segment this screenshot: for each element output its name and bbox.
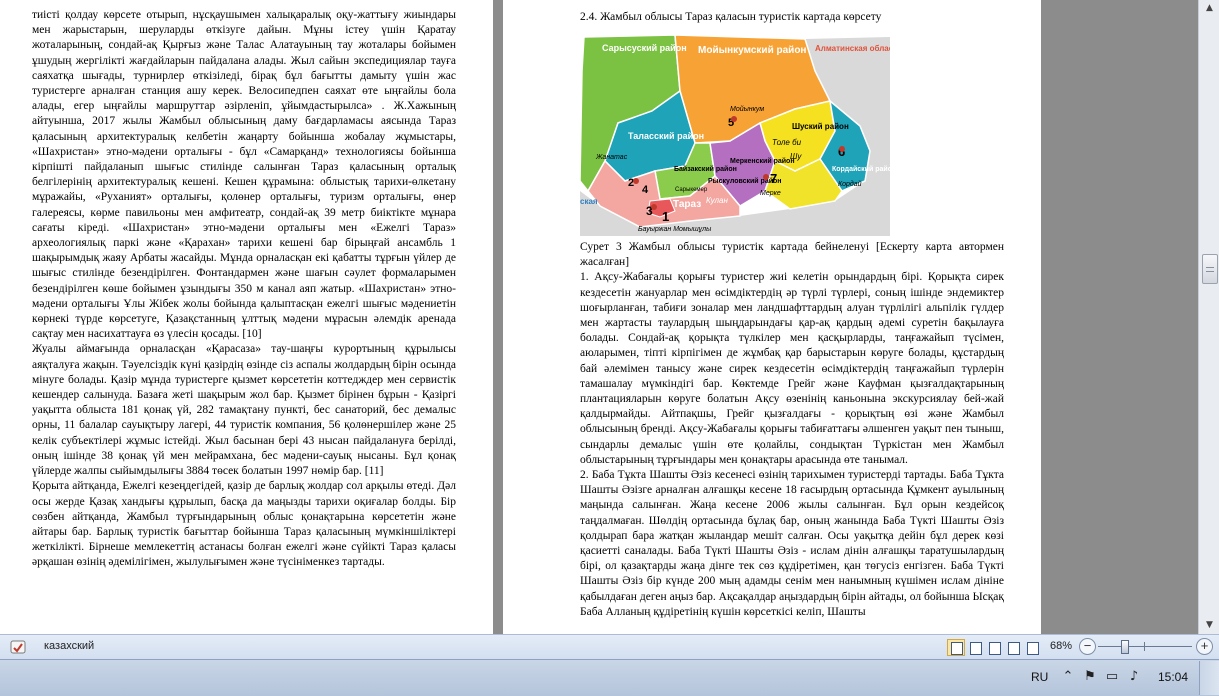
- map-marker-7: 7: [770, 171, 777, 186]
- paragraph: Қорыта айтқанда, Ежелгі кезеңдегідей, қа…: [32, 480, 456, 569]
- map-label-merke: Меркенский район: [730, 157, 795, 165]
- scroll-up-icon[interactable]: ▲: [1199, 0, 1219, 17]
- draft-button[interactable]: [1023, 639, 1041, 656]
- jambyl-region-map: Сарысуский район Мойынкумский район Алма…: [579, 31, 902, 236]
- paragraph: 1. Ақсу-Жабағалы қорығы туристер жиі кел…: [580, 271, 1004, 466]
- paragraph: 2. Баба Тұкта Шашты Әзіз кесенесі өзінің…: [580, 469, 1004, 618]
- vertical-scrollbar[interactable]: ▲ ▼: [1198, 0, 1219, 634]
- print-layout-icon: [951, 642, 963, 655]
- figure-caption: Сурет 3 Жамбыл облысы туристік картада б…: [580, 241, 1004, 269]
- right-page-text: Сурет 3 Жамбыл облысы туристік картада б…: [580, 240, 1004, 620]
- map-marker-1: 1: [662, 209, 669, 224]
- map-label-almaty: Алматинская область: [815, 44, 890, 53]
- windows-taskbar: RU ⌃ ⚑ ▭ ♪ 15:04: [0, 659, 1219, 696]
- map-label-kordai: Кордайский район: [832, 165, 890, 173]
- map-pin: [763, 174, 769, 180]
- web-layout-icon: [989, 642, 1001, 655]
- map-label-shu-city: Шу: [790, 152, 802, 161]
- paragraph: Жуалы аймағында орналасқан «Қарасаза» та…: [32, 343, 456, 478]
- outline-icon: [1008, 642, 1020, 655]
- language-indicator[interactable]: казахский: [44, 640, 94, 652]
- map-label-kulan: Кулан: [706, 196, 728, 205]
- input-language-indicator[interactable]: RU: [1031, 670, 1048, 684]
- document-workspace: тиісті қолдау көрсете отырып, нұсқаушыме…: [0, 0, 1198, 634]
- map-label-tole-bi: Толе би: [772, 138, 802, 147]
- draft-icon: [1027, 642, 1039, 655]
- spellcheck-icon[interactable]: [10, 639, 26, 655]
- show-hidden-icons-icon[interactable]: ⌃: [1060, 668, 1076, 686]
- left-page-text: тиісті қолдау көрсете отырып, нұсқаушыме…: [32, 8, 456, 571]
- map-label-shu: Шуский район: [792, 122, 849, 131]
- map-pin: [651, 204, 657, 210]
- clock[interactable]: 15:04: [1158, 670, 1188, 684]
- map-label-kordai-town: Кордай: [838, 180, 862, 188]
- map-label-moiynkum: Мойынкумский район: [698, 45, 806, 56]
- print-layout-button[interactable]: [947, 639, 965, 656]
- scroll-down-icon[interactable]: ▼: [1199, 617, 1219, 634]
- paragraph: тиісті қолдау көрсете отырып, нұсқаушыме…: [32, 9, 456, 341]
- action-center-flag-icon[interactable]: ⚑: [1082, 668, 1098, 686]
- full-screen-reading-button[interactable]: [966, 639, 984, 656]
- zoom-slider-track[interactable]: [1098, 646, 1192, 647]
- map-label-zhanatas: Жанатас: [595, 154, 628, 161]
- volume-icon[interactable]: ♪: [1126, 668, 1142, 686]
- map-label-saryker: Сарыкемер: [675, 187, 708, 193]
- map-label-moiynkum-town: Мойынкум: [730, 105, 764, 113]
- scrollbar-thumb[interactable]: [1202, 254, 1218, 284]
- zoom-level[interactable]: 68%: [1050, 640, 1072, 652]
- map-label-bauyrzhan: Бауыржан Момышұлы: [638, 226, 712, 233]
- display-icon[interactable]: ▭: [1104, 668, 1120, 686]
- section-heading: 2.4. Жамбыл облысы Тараз қаласын туристі…: [580, 11, 882, 23]
- document-page-right[interactable]: 2.4. Жамбыл облысы Тараз қаласын туристі…: [503, 0, 1041, 634]
- section-heading-block: 2.4. Жамбыл облысы Тараз қаласын туристі…: [580, 10, 1004, 25]
- map-pin: [731, 116, 737, 122]
- map-label-region-edge: ская: [580, 197, 598, 206]
- zoom-slider-thumb[interactable]: [1121, 640, 1130, 654]
- map-marker-4: 4: [642, 184, 649, 196]
- zoom-in-button[interactable]: +: [1196, 638, 1213, 655]
- show-desktop-button[interactable]: [1199, 661, 1219, 695]
- outline-button[interactable]: [1004, 639, 1022, 656]
- full-screen-reading-icon: [970, 642, 982, 655]
- map-pin: [839, 146, 845, 152]
- zoom-slider-center-mark: [1144, 642, 1145, 651]
- status-bar: казахский 68% − +: [0, 634, 1219, 659]
- map-label-sarysu: Сарысуский район: [602, 43, 687, 53]
- map-label-baizak: Байзакский район: [674, 165, 737, 173]
- map-pin: [633, 178, 639, 184]
- map-label-taraz: Тараз: [673, 199, 701, 210]
- map-label-merke-town: Мерке: [760, 190, 781, 197]
- map-label-talas: Таласский район: [628, 131, 704, 141]
- tourist-map-figure[interactable]: Сарысуский район Мойынкумский район Алма…: [579, 31, 902, 236]
- map-marker-2: 2: [628, 177, 634, 189]
- web-layout-button[interactable]: [985, 639, 1003, 656]
- zoom-out-button[interactable]: −: [1079, 638, 1096, 655]
- document-page-left[interactable]: тиісті қолдау көрсете отырып, нұсқаушыме…: [0, 0, 493, 634]
